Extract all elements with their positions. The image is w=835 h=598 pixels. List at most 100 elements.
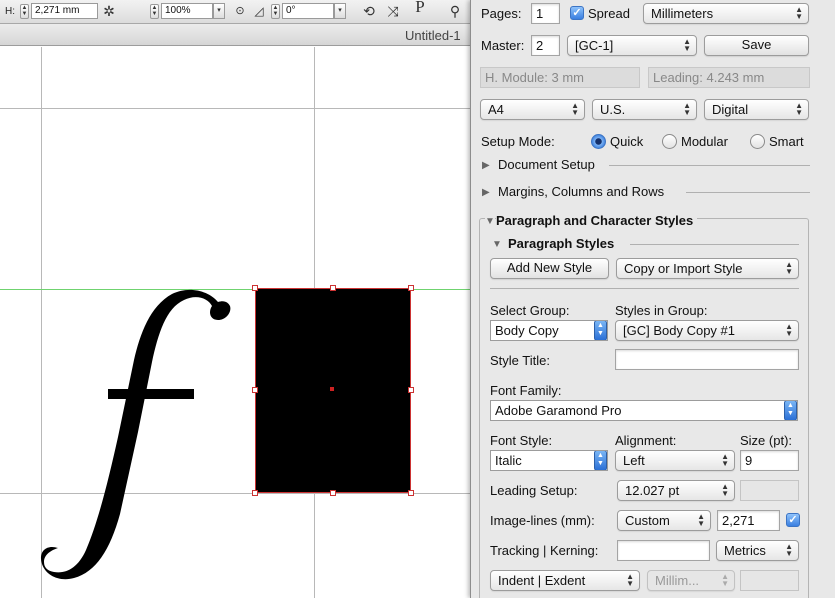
image-lines-checkbox[interactable]: ✓ bbox=[786, 513, 800, 527]
master-select[interactable]: [GC-1] ▲ ▼ bbox=[567, 35, 697, 56]
radio-smart-label: Smart bbox=[769, 134, 804, 149]
chevron-updown-icon[interactable]: ▲ ▼ bbox=[594, 451, 607, 470]
pin-icon[interactable]: ⚲ bbox=[446, 1, 464, 21]
scale-stepper[interactable]: ▲ ▼ bbox=[150, 4, 159, 19]
styles-in-group-label: Styles in Group: bbox=[615, 303, 708, 318]
chevron-updown-icon: ▲ ▼ bbox=[785, 542, 793, 558]
h-module-readout: H. Module: 3 mm bbox=[480, 67, 640, 88]
rotation-dropdown[interactable]: ▾ bbox=[334, 3, 346, 19]
chevron-updown-icon: ▲ ▼ bbox=[721, 572, 729, 588]
paragraph-glyph[interactable]: P bbox=[411, 0, 429, 18]
frame-handle[interactable] bbox=[408, 285, 414, 291]
frame-handle[interactable] bbox=[408, 387, 414, 393]
margins-toggle[interactable]: Margins, Columns and Rows bbox=[498, 184, 664, 199]
styles-in-group-select[interactable]: [GC] Body Copy #1 ▲ ▼ bbox=[615, 320, 799, 341]
alignment-label: Alignment: bbox=[615, 433, 677, 448]
chevron-updown-icon: ▲ ▼ bbox=[697, 512, 705, 528]
rotation-stepper[interactable]: ▲ ▼ bbox=[271, 4, 280, 19]
page-size-select[interactable]: A4 ▲ ▼ bbox=[480, 99, 585, 120]
alignment-value: Left bbox=[623, 453, 645, 468]
document-titlebar: Untitled-1 bbox=[0, 24, 470, 46]
kerning-value: Metrics bbox=[724, 543, 766, 558]
constrain-link-icon[interactable]: ⊙ bbox=[231, 1, 249, 21]
select-group-label: Select Group: bbox=[490, 303, 570, 318]
pages-field[interactable]: 1 bbox=[531, 3, 560, 24]
frame-handle[interactable] bbox=[252, 490, 258, 496]
image-lines-mode-value: Custom bbox=[625, 513, 670, 528]
styles-in-group-value: [GC] Body Copy #1 bbox=[623, 323, 735, 338]
radio-quick[interactable] bbox=[591, 134, 606, 149]
leading-setup-extra-field bbox=[740, 480, 799, 501]
chevron-updown-icon[interactable]: ▲ ▼ bbox=[594, 321, 607, 340]
scale-field[interactable]: 100% bbox=[161, 3, 213, 19]
indent-value-field bbox=[740, 570, 799, 591]
radio-smart[interactable] bbox=[750, 134, 765, 149]
output-select[interactable]: Digital ▲ ▼ bbox=[704, 99, 809, 120]
font-family-combo[interactable]: Adobe Garamond Pro ▲ ▼ bbox=[490, 400, 798, 421]
add-new-style-button[interactable]: Add New Style bbox=[490, 258, 609, 279]
leading-setup-label: Leading Setup: bbox=[490, 483, 578, 498]
save-button[interactable]: Save bbox=[704, 35, 809, 56]
size-field[interactable]: 9 bbox=[740, 450, 799, 471]
indent-unit-select: Millim... ▲ ▼ bbox=[647, 570, 735, 591]
frame-handle[interactable] bbox=[252, 387, 258, 393]
font-style-combo[interactable]: Italic ▲ ▼ bbox=[490, 450, 608, 471]
flip-icon[interactable]: ⤨ bbox=[384, 1, 402, 21]
scale-dropdown[interactable]: ▾ bbox=[213, 3, 225, 19]
style-title-field[interactable] bbox=[615, 349, 799, 370]
frame-handle[interactable] bbox=[330, 285, 336, 291]
chevron-updown-icon[interactable]: ▲ ▼ bbox=[784, 401, 797, 420]
region-select[interactable]: U.S. ▲ ▼ bbox=[592, 99, 697, 120]
spread-checkbox[interactable]: ✓ bbox=[570, 6, 584, 20]
transform-icon[interactable]: ✲ bbox=[100, 1, 118, 21]
select-group-value: Body Copy bbox=[495, 323, 559, 338]
document-canvas[interactable] bbox=[0, 47, 470, 598]
disclosure-triangle-open-icon[interactable]: ▼ bbox=[492, 239, 502, 250]
chevron-updown-icon: ▲ ▼ bbox=[721, 482, 729, 498]
para-char-styles-toggle[interactable]: Paragraph and Character Styles bbox=[496, 213, 698, 228]
frame-handle[interactable] bbox=[330, 490, 336, 496]
alignment-select[interactable]: Left ▲ ▼ bbox=[615, 450, 735, 471]
height-stepper[interactable]: ▲ ▼ bbox=[20, 4, 29, 19]
chevron-updown-icon: ▲ ▼ bbox=[683, 37, 691, 53]
region-value: U.S. bbox=[600, 102, 626, 117]
height-field[interactable]: 2,271 mm bbox=[31, 3, 98, 19]
image-lines-mode-select[interactable]: Custom ▲ ▼ bbox=[617, 510, 711, 531]
image-lines-field[interactable]: 2,271 bbox=[717, 510, 780, 531]
tracking-field[interactable] bbox=[617, 540, 710, 561]
indent-exdent-select[interactable]: Indent | Exdent ▲ ▼ bbox=[490, 570, 640, 591]
frame-handle[interactable] bbox=[252, 285, 258, 291]
page-size-value: A4 bbox=[488, 102, 504, 117]
rotation-field[interactable]: 0° bbox=[282, 3, 334, 19]
tracking-kerning-label: Tracking | Kerning: bbox=[490, 543, 599, 558]
frame-center-point bbox=[330, 387, 334, 391]
divider bbox=[630, 244, 799, 245]
font-family-label: Font Family: bbox=[490, 383, 562, 398]
divider bbox=[686, 192, 810, 193]
leading-setup-value: 12.027 pt bbox=[625, 483, 680, 498]
italic-f-glyph[interactable] bbox=[40, 282, 240, 582]
disclosure-triangle-open-icon[interactable]: ▼ bbox=[485, 216, 495, 227]
select-group-combo[interactable]: Body Copy ▲ ▼ bbox=[490, 320, 608, 341]
copy-import-style-select[interactable]: Copy or Import Style ▲ ▼ bbox=[616, 258, 799, 279]
divider bbox=[490, 288, 799, 289]
disclosure-triangle-icon[interactable]: ▶ bbox=[482, 187, 490, 198]
disclosure-triangle-icon[interactable]: ▶ bbox=[482, 160, 490, 171]
chevron-updown-icon: ▲ ▼ bbox=[626, 572, 634, 588]
chevron-updown-icon: ▲ ▼ bbox=[785, 260, 793, 276]
kerning-select[interactable]: Metrics ▲ ▼ bbox=[716, 540, 799, 561]
radio-modular[interactable] bbox=[662, 134, 677, 149]
master-field[interactable]: 2 bbox=[531, 35, 560, 56]
leading-setup-select[interactable]: 12.027 pt ▲ ▼ bbox=[617, 480, 735, 501]
document-title: Untitled-1 bbox=[405, 28, 461, 43]
frame-handle[interactable] bbox=[408, 490, 414, 496]
units-select[interactable]: Millimeters ▲ ▼ bbox=[643, 3, 809, 24]
indent-unit-value: Millim... bbox=[655, 573, 700, 588]
document-setup-toggle[interactable]: Document Setup bbox=[498, 157, 595, 172]
chevron-updown-icon: ▲ ▼ bbox=[571, 101, 579, 117]
paragraph-styles-toggle[interactable]: Paragraph Styles bbox=[508, 236, 614, 251]
rotate-icon[interactable]: ⟲ bbox=[360, 1, 378, 21]
height-label: H: bbox=[5, 6, 15, 17]
radio-quick-label: Quick bbox=[610, 134, 644, 149]
chevron-updown-icon: ▲ ▼ bbox=[683, 101, 691, 117]
